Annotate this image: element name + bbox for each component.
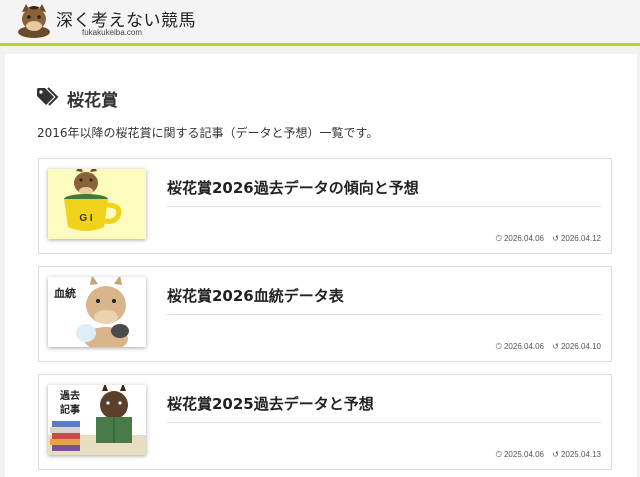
published-date: 2026.04.06 (503, 342, 545, 351)
site-header: 深く考えない競馬 fukakukeiba.com (0, 0, 640, 46)
clock-icon: 🕒︎ (495, 450, 502, 459)
title-underline (167, 422, 601, 423)
post-title[interactable]: 桜花賞2026血統データ表 (167, 285, 344, 306)
post-thumbnail[interactable]: 血統 (48, 277, 146, 347)
post-dates: 🕒︎ 2026.04.06 ↺ 2026.04.12 (494, 234, 601, 244)
post-dates: 🕒︎ 2026.04.06 ↺ 2026.04.10 (494, 342, 601, 352)
published-date: 2025.04.06 (503, 450, 545, 459)
post-title[interactable]: 桜花賞2025過去データと予想 (167, 393, 374, 414)
updated-date: 2025.04.13 (560, 450, 601, 459)
history-icon: ↺ (552, 450, 559, 459)
title-underline (167, 206, 601, 207)
clock-icon: 🕒︎ (495, 342, 502, 351)
title-underline (167, 314, 601, 315)
post-card[interactable]: 過去 記事 桜花賞2025過去データと予想 🕒︎ 2025.04.06 ↺ 2025… (38, 374, 612, 470)
thumb-label: G I (79, 213, 93, 224)
post-thumbnail[interactable]: G I (48, 169, 146, 239)
main-content: 桜花賞 2016年以降の桜花賞に関する記事（データと予想）一覧です。 G I 桜… (5, 54, 637, 477)
thumb-label: 記事 (60, 403, 80, 416)
history-icon: ↺ (552, 234, 559, 243)
horse-reading-book-image: 過去 記事 (48, 385, 146, 455)
post-card[interactable]: G I 桜花賞2026過去データの傾向と予想 🕒︎ 2026.04.06 ↺ 202… (38, 158, 612, 254)
site-url: fukakukeiba.com (82, 28, 143, 37)
category-title: 桜花賞 (67, 91, 118, 111)
updated-date: 2026.04.10 (560, 342, 601, 351)
post-thumbnail[interactable]: 過去 記事 (48, 385, 146, 455)
horse-with-cup-image: 血統 (48, 277, 146, 347)
tag-icon (37, 87, 59, 106)
post-title[interactable]: 桜花賞2026過去データの傾向と予想 (167, 177, 419, 198)
history-icon: ↺ (552, 342, 559, 351)
post-dates: 🕒︎ 2025.04.06 ↺ 2025.04.13 (494, 450, 601, 460)
clock-icon: 🕒︎ (495, 234, 502, 243)
thumb-label: 過去 (59, 389, 80, 402)
updated-date: 2026.04.12 (560, 234, 601, 243)
post-card[interactable]: 血統 桜花賞2026血統データ表 🕒︎ 2026.04.06 ↺ 2026.04.1… (38, 266, 612, 362)
horse-logo-icon[interactable] (14, 2, 54, 38)
category-description: 2016年以降の桜花賞に関する記事（データと予想）一覧です。 (37, 126, 379, 140)
published-date: 2026.04.06 (503, 234, 545, 243)
horse-in-cup-image: G I (48, 169, 146, 239)
thumb-label: 血統 (54, 286, 76, 300)
